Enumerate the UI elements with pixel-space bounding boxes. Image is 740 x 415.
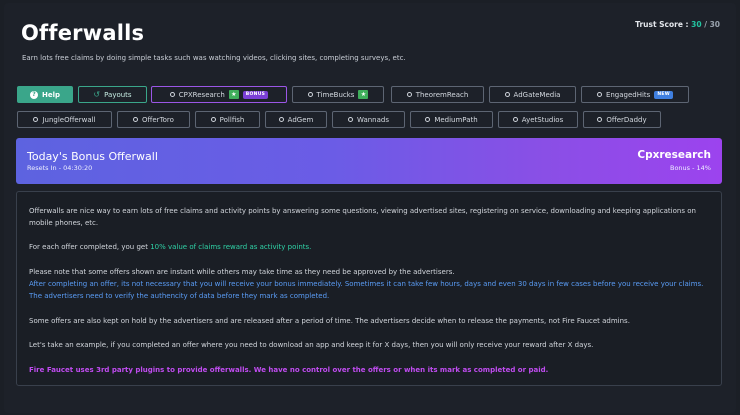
offerwall-pollfish-button[interactable]: Pollfish <box>195 111 260 128</box>
info-paragraph: Please note that some offers shown are i… <box>29 268 455 276</box>
radio-circle-icon <box>278 117 284 122</box>
offerwall-label: AdGem <box>287 115 314 124</box>
offerwall-label: OfferDaddy <box>606 115 647 124</box>
info-paragraph-disclaimer: Fire Faucet uses 3rd party plugins to pr… <box>29 366 549 374</box>
offerwall-timebucks-button[interactable]: TimeBucks ★ <box>292 86 384 103</box>
offerwall-offertoro-button[interactable]: OfferToro <box>117 111 190 128</box>
offerwall-label: TimeBucks <box>316 90 355 99</box>
info-text: For each offer completed, you get <box>29 243 151 251</box>
bonus-offerwall-banner[interactable]: Today's Bonus Offerwall Resets In - 04:3… <box>16 138 722 184</box>
radio-circle-icon <box>596 92 602 97</box>
offerwall-label: AdGateMedia <box>513 90 561 99</box>
info-paragraph: For each offer completed, you get 10% va… <box>29 241 711 253</box>
offerwall-jungleofferwall-button[interactable]: JungleOfferwall <box>17 111 112 128</box>
radio-circle-icon <box>406 92 412 97</box>
offerwall-engagedhits-button[interactable]: EngagedHits NEW <box>581 86 689 103</box>
trust-score: Trust Score : 30 / 30 <box>635 20 720 29</box>
trust-score-max: 30 <box>709 20 720 29</box>
help-button-label: Help <box>41 90 61 99</box>
offerwall-adgatemedia-button[interactable]: AdGateMedia <box>489 86 576 103</box>
offerwall-info-panel: Offerwalls are nice way to earn lots of … <box>16 191 722 386</box>
offerwall-label: Wannads <box>356 115 390 124</box>
info-paragraph: Let's take an example, if you completed … <box>29 341 594 349</box>
offerwall-label: AyetStudios <box>521 115 564 124</box>
trust-score-label: Trust Score : <box>635 20 692 29</box>
radio-circle-icon <box>133 117 139 122</box>
question-circle-icon: ? <box>29 90 38 99</box>
help-button[interactable]: ? Help <box>17 86 73 103</box>
banner-offerwall-name: Cpxresearch <box>637 149 711 161</box>
info-paragraph: Some offers are also kept on hold by the… <box>29 317 630 325</box>
trust-score-separator: / <box>701 20 710 29</box>
offerwall-wannads-button[interactable]: Wannads <box>332 111 405 128</box>
offerwall-label: CPXResearch <box>178 90 225 99</box>
radio-circle-icon <box>210 117 216 122</box>
banner-title: Today's Bonus Offerwall <box>27 150 158 163</box>
trust-score-value: 30 <box>691 20 702 29</box>
radio-circle-icon <box>347 117 353 122</box>
offerwall-offerdaddy-button[interactable]: OfferDaddy <box>583 111 661 128</box>
offerwall-ayetstudios-button[interactable]: AyetStudios <box>498 111 578 128</box>
bonus-badge: BONUS <box>242 90 269 99</box>
offerwall-label: TheoremReach <box>415 90 469 99</box>
offerwall-mediumpath-button[interactable]: MediumPath <box>410 111 493 128</box>
offerwall-label: OfferToro <box>142 115 174 124</box>
radio-circle-icon <box>512 117 518 122</box>
payouts-button-label: Payouts <box>104 90 132 99</box>
star-icon: ★ <box>228 90 239 99</box>
banner-reset-timer: Resets In - 04:30:20 <box>27 164 93 172</box>
offerwall-label: JungleOfferwall <box>42 115 96 124</box>
offerwall-adgem-button[interactable]: AdGem <box>265 111 327 128</box>
offerwall-theoremreach-button[interactable]: TheoremReach <box>391 86 484 103</box>
page-title: Offerwalls <box>21 21 145 45</box>
info-paragraph: Offerwalls are nice way to earn lots of … <box>29 207 696 227</box>
radio-circle-icon <box>597 117 603 122</box>
payouts-button[interactable]: ↺ Payouts <box>78 86 147 103</box>
star-icon: ★ <box>358 90 369 99</box>
offerwall-label: Pollfish <box>219 115 245 124</box>
radio-circle-icon <box>504 92 510 97</box>
info-paragraph-highlight: After completing an offer, its not neces… <box>29 280 704 300</box>
new-badge: NEW <box>654 90 674 99</box>
radio-circle-icon <box>425 117 431 122</box>
banner-bonus-percent: Bonus - 14% <box>670 164 711 172</box>
offerwall-label: MediumPath <box>434 115 478 124</box>
radio-circle-icon <box>307 92 313 97</box>
offerwall-label: EngagedHits <box>605 90 651 99</box>
page-subtitle: Earn lots free claims by doing simple ta… <box>22 54 406 62</box>
activity-points-highlight: 10% value of claims reward as activity p… <box>150 243 312 251</box>
radio-circle-icon <box>169 92 175 97</box>
offerwall-cpxresearch-button[interactable]: CPXResearch ★ BONUS <box>151 86 287 103</box>
history-icon: ↺ <box>93 90 101 99</box>
radio-circle-icon <box>33 117 39 122</box>
